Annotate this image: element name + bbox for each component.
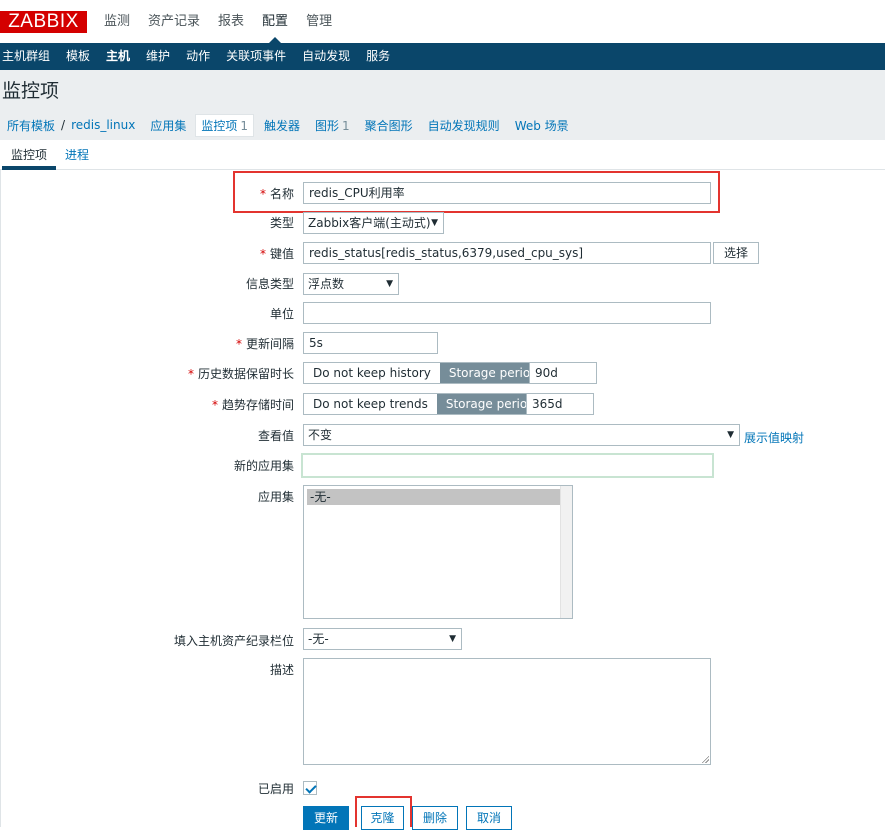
main-menu: 监测 资产记录 报表 配置 管理 — [95, 0, 341, 43]
key-select-button[interactable]: 选择 — [713, 242, 759, 264]
breadcrumb-applications[interactable]: 应用集 — [150, 117, 186, 134]
key-input[interactable]: redis_status[redis_status,6379,used_cpu_… — [303, 242, 711, 264]
description-textarea[interactable] — [303, 658, 711, 765]
trends-mode-toggle: Do not keep trends Storage period — [303, 393, 545, 415]
type-label: 类型 — [269, 216, 294, 230]
chevron-down-icon: ▼ — [727, 430, 734, 440]
info-type-label: 信息类型 — [245, 277, 294, 291]
inventory-select-value: -无- — [308, 632, 329, 646]
breadcrumb-screens[interactable]: 聚合图形 — [365, 117, 413, 134]
inventory-label: 填入主机资产纪录栏位 — [173, 634, 294, 648]
key-label: * 键值 — [259, 247, 294, 261]
chevron-down-icon: ▼ — [449, 634, 456, 644]
resize-handle-icon[interactable] — [701, 755, 709, 763]
top-bar: ZABBIX 监测 资产记录 报表 配置 管理 — [0, 0, 885, 43]
sub-menu: 主机群组 模板 主机 维护 动作 关联项事件 自动发现 服务 — [0, 43, 885, 70]
new-application-input[interactable] — [301, 453, 714, 478]
breadcrumb-graphs-label: 图形 — [315, 118, 340, 133]
breadcrumb-discovery[interactable]: 自动发现规则 — [428, 117, 500, 134]
cancel-button[interactable]: 取消 — [466, 806, 512, 830]
tab-process[interactable]: 进程 — [65, 146, 89, 163]
type-select-value: Zabbix客户端(主动式) — [308, 216, 431, 230]
breadcrumb-separator: / — [61, 118, 66, 132]
submenu-templates[interactable]: 模板 — [58, 43, 98, 70]
delete-button[interactable]: 删除 — [412, 806, 458, 830]
menu-configuration[interactable]: 配置 — [253, 0, 297, 43]
description-label: 描述 — [269, 663, 294, 677]
history-label: * 历史数据保留时长 — [187, 367, 294, 381]
applications-scrollbar[interactable] — [560, 486, 572, 618]
new-application-label: 新的应用集 — [233, 459, 294, 473]
valuemap-select-value: 不变 — [308, 428, 333, 442]
highlight-box-clone — [355, 796, 412, 827]
breadcrumb-items-count: 1 — [240, 118, 248, 133]
highlight-box-name — [233, 171, 720, 213]
menu-administration[interactable]: 管理 — [297, 0, 341, 43]
breadcrumb: 所有模板 / redis_linux 应用集 监控项 1 触发器 图形 1 聚合图形… — [0, 110, 885, 140]
units-label: 单位 — [269, 307, 294, 321]
submenu-discovery[interactable]: 自动发现 — [294, 43, 358, 70]
breadcrumb-all-templates[interactable]: 所有模板 — [7, 117, 55, 134]
history-do-not-keep-button[interactable]: Do not keep history — [304, 363, 440, 383]
show-value-mappings-link[interactable]: 展示值映射 — [744, 429, 804, 446]
breadcrumb-triggers[interactable]: 触发器 — [264, 117, 300, 134]
breadcrumb-host[interactable]: redis_linux — [71, 118, 135, 132]
trends-do-not-keep-button[interactable]: Do not keep trends — [304, 394, 437, 414]
update-button[interactable]: 更新 — [303, 806, 349, 830]
enabled-checkbox[interactable] — [303, 781, 317, 795]
chevron-down-icon: ▼ — [431, 218, 438, 228]
inventory-select[interactable]: -无- ▼ — [303, 628, 462, 650]
tab-item[interactable]: 监控项 — [11, 146, 47, 163]
zabbix-logo[interactable]: ZABBIX — [0, 11, 87, 33]
info-type-select-value: 浮点数 — [308, 277, 345, 291]
menu-monitoring[interactable]: 监测 — [95, 0, 139, 43]
valuemap-select[interactable]: 不变 ▼ — [303, 424, 740, 446]
breadcrumb-items[interactable]: 监控项 1 — [195, 113, 254, 137]
breadcrumb-web[interactable]: Web 场景 — [515, 117, 569, 134]
tab-active-indicator — [2, 166, 56, 170]
page-title: 监控项 — [2, 80, 60, 102]
history-mode-toggle: Do not keep history Storage period — [303, 362, 548, 384]
interval-label: * 更新间隔 — [235, 337, 294, 351]
tab-bar: 监控项 进程 — [0, 140, 885, 170]
submenu-hosts[interactable]: 主机 — [98, 43, 138, 70]
applications-listbox[interactable]: -无- — [303, 485, 573, 619]
submenu-correlation[interactable]: 关联项事件 — [218, 43, 294, 70]
type-select[interactable]: Zabbix客户端(主动式) ▼ — [303, 212, 444, 234]
menu-inventory[interactable]: 资产记录 — [139, 0, 209, 43]
valuemap-label: 查看值 — [257, 429, 294, 443]
chevron-down-icon: ▼ — [386, 279, 393, 289]
interval-input[interactable]: 5s — [303, 332, 438, 354]
applications-option-none[interactable]: -无- — [307, 489, 561, 505]
units-input[interactable] — [303, 302, 711, 324]
info-type-select[interactable]: 浮点数 ▼ — [303, 273, 399, 295]
enabled-label: 已启用 — [257, 782, 294, 796]
menu-reports[interactable]: 报表 — [209, 0, 253, 43]
trends-label: * 趋势存储时间 — [211, 398, 294, 412]
breadcrumb-graphs-count: 1 — [342, 118, 350, 133]
submenu-maintenance[interactable]: 维护 — [138, 43, 178, 70]
page-header — [0, 70, 885, 110]
trends-input[interactable]: 365d — [526, 393, 594, 415]
breadcrumb-graphs[interactable]: 图形 1 — [315, 117, 350, 134]
submenu-services[interactable]: 服务 — [358, 43, 398, 70]
submenu-actions[interactable]: 动作 — [178, 43, 218, 70]
submenu-host-groups[interactable]: 主机群组 — [0, 43, 58, 70]
applications-label: 应用集 — [257, 490, 294, 504]
history-input[interactable]: 90d — [529, 362, 597, 384]
breadcrumb-items-label: 监控项 — [201, 118, 238, 133]
